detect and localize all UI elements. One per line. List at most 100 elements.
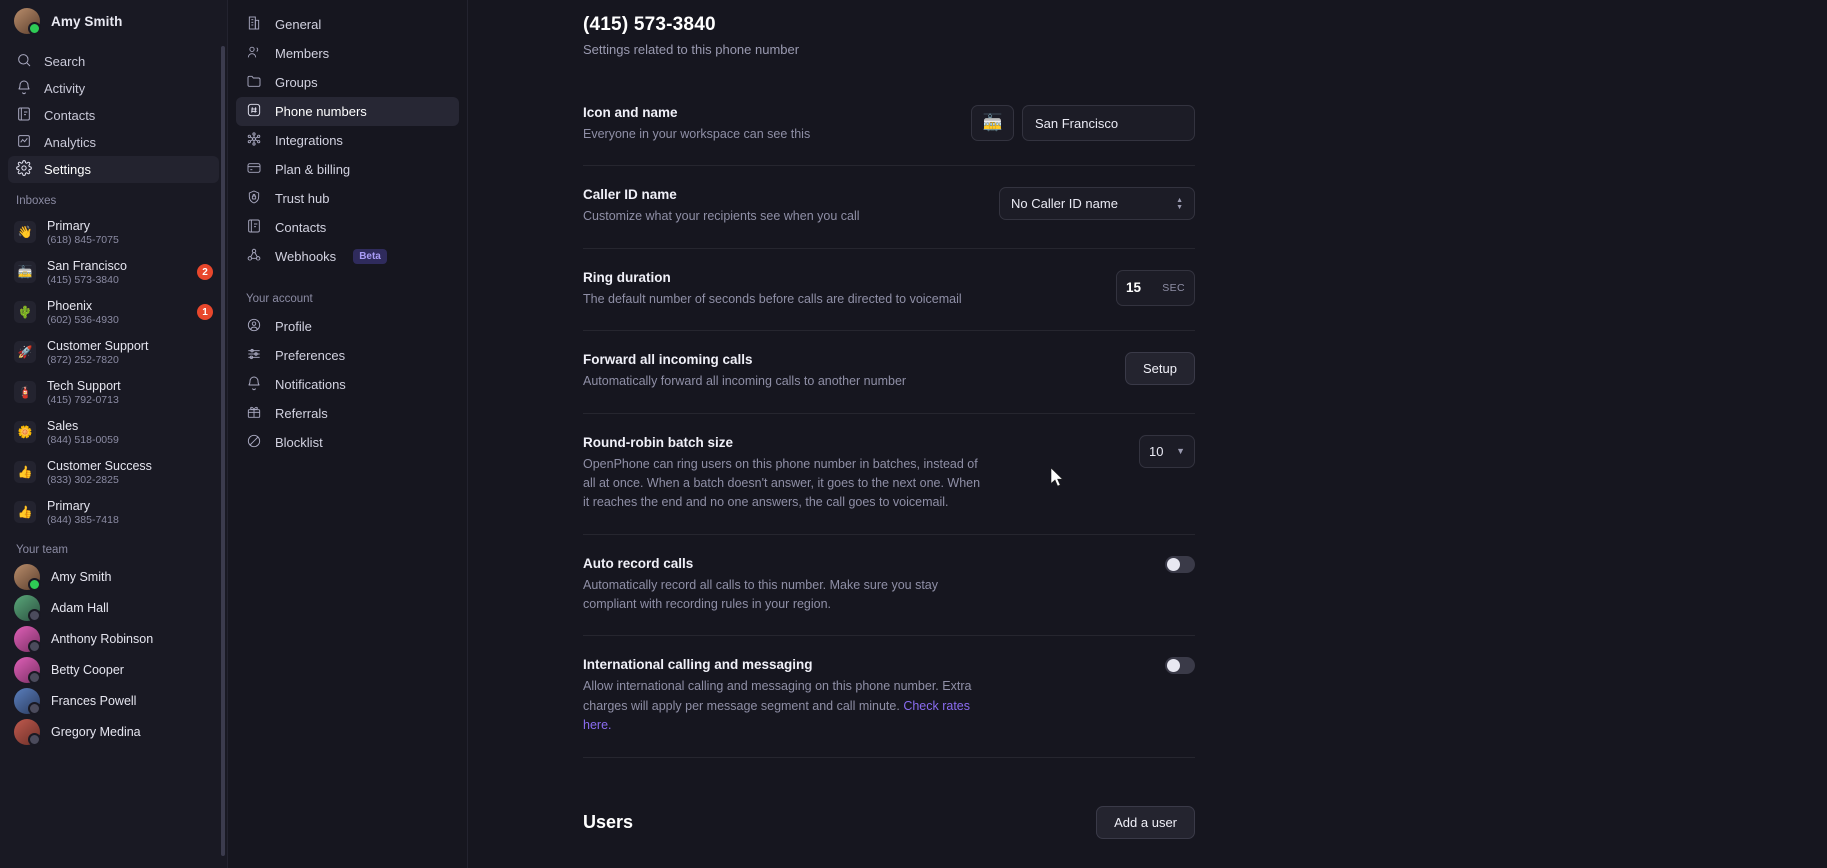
row-caller-id-name: Caller ID name Customize what your recip… (583, 166, 1195, 249)
ring-duration-unit: SEC (1162, 281, 1185, 294)
subnav-item-contacts[interactable]: Contacts (236, 213, 459, 242)
inbox-item[interactable]: 🧯 Tech Support (415) 792-0713 (0, 372, 227, 412)
main-content: (415) 573-3840 Settings related to this … (468, 0, 1827, 868)
inbox-item[interactable]: 👍 Primary (844) 385-7418 (0, 492, 227, 532)
team-member-name: Betty Cooper (51, 662, 124, 677)
subnav-label: Webhooks (275, 249, 337, 264)
webhook-icon (246, 247, 262, 266)
subnav-label: Integrations (275, 133, 343, 148)
toggle-knob (1167, 557, 1180, 571)
inbox-name: Phoenix (47, 298, 93, 313)
subnav-label: Trust hub (275, 191, 330, 206)
subnav-item-notifications[interactable]: Notifications (236, 370, 459, 399)
subnav-label: Contacts (275, 220, 327, 235)
subnav-item-preferences[interactable]: Preferences (236, 341, 459, 370)
round-robin-batch-select[interactable]: 10 ▼ (1139, 434, 1195, 468)
team-list: Amy Smith Adam Hall Anthony Robinson Bet… (0, 561, 227, 747)
team-member-name: Gregory Medina (51, 724, 141, 739)
ring-duration-input[interactable]: 15 SEC (1116, 269, 1195, 306)
inbox-number: (844) 385-7418 (47, 513, 119, 526)
current-user-name: Amy Smith (51, 13, 123, 29)
inbox-item[interactable]: 👍 Customer Success (833) 302-2825 (0, 452, 227, 492)
subnav-item-groups[interactable]: Groups (236, 68, 459, 97)
inbox-item[interactable]: 👋 Primary (618) 845-7075 (0, 212, 227, 252)
team-member[interactable]: Gregory Medina (0, 716, 227, 747)
team-member[interactable]: Adam Hall (0, 592, 227, 623)
inbox-number: (872) 252-7820 (47, 353, 119, 366)
subnav-item-plan-billing[interactable]: Plan & billing (236, 155, 459, 184)
avatar (14, 594, 41, 622)
inbox-emoji-icon: 🚋 (14, 261, 36, 283)
subnav-item-webhooks[interactable]: Webhooks Beta (236, 242, 459, 271)
primary-nav: Search Activity Contacts Analytics Setti… (0, 44, 227, 183)
subnav-item-trust-hub[interactable]: Trust hub (236, 184, 459, 213)
subnav-label: Preferences (275, 348, 346, 363)
chevron-updown-icon: ▲ ▼ (1176, 196, 1183, 211)
inbox-number: (415) 573-3840 (47, 273, 119, 286)
inbox-number: (415) 792-0713 (47, 393, 119, 406)
sliders-icon (246, 346, 262, 365)
team-member-name: Amy Smith (51, 569, 112, 584)
subnav-item-phone-numbers[interactable]: Phone numbers (236, 97, 459, 126)
nav-item-settings[interactable]: Settings (8, 156, 219, 183)
settings-subnav: General Members Groups Phone numbers Int… (228, 0, 468, 868)
row-international-calling: International calling and messaging Allo… (583, 636, 1195, 758)
nav-label: Analytics (44, 135, 97, 150)
subnav-item-members[interactable]: Members (236, 39, 459, 68)
nav-item-search[interactable]: Search (8, 48, 219, 75)
team-member-name: Adam Hall (51, 600, 109, 615)
forward-setup-button[interactable]: Setup (1125, 352, 1195, 386)
inbox-item[interactable]: 🚋 San Francisco (415) 573-3840 2 (0, 252, 227, 292)
inbox-emoji-icon: 🌼 (14, 421, 36, 443)
round-robin-value: 10 (1149, 443, 1164, 459)
subnav-item-profile[interactable]: Profile (236, 312, 459, 341)
inbox-name: Customer Success (47, 458, 152, 473)
caller-id-value: No Caller ID name (1011, 196, 1118, 212)
avatar (14, 718, 41, 746)
team-member[interactable]: Frances Powell (0, 685, 227, 716)
inbox-item[interactable]: 🚀 Customer Support (872) 252-7820 (0, 332, 227, 372)
nav-item-activity[interactable]: Activity (8, 75, 219, 102)
users-section-header: Users Add a user (583, 758, 1195, 839)
caller-id-select[interactable]: No Caller ID name ▲ ▼ (999, 187, 1195, 221)
users-title: Users (583, 811, 634, 832)
subnav-item-general[interactable]: General (236, 10, 459, 39)
nav-item-analytics[interactable]: Analytics (8, 129, 219, 156)
subnav-item-integrations[interactable]: Integrations (236, 126, 459, 155)
add-user-button[interactable]: Add a user (1096, 805, 1195, 839)
nav-item-contacts[interactable]: Contacts (8, 102, 219, 129)
team-member[interactable]: Betty Cooper (0, 654, 227, 685)
nav-label: Search (44, 54, 86, 69)
contacts-icon (246, 218, 262, 237)
auto-record-toggle[interactable] (1165, 555, 1195, 573)
current-user[interactable]: Amy Smith (0, 0, 227, 44)
team-member[interactable]: Amy Smith (0, 561, 227, 592)
inbox-emoji-icon: 👍 (14, 461, 36, 483)
row-icon-and-name: Icon and name Everyone in your workspace… (583, 84, 1195, 167)
team-heading: Your team (16, 544, 68, 556)
row-description: OpenPhone can ring users on this phone n… (583, 456, 981, 510)
left-rail: Amy Smith Search Activity Contacts Analy… (0, 0, 228, 868)
inbox-emoji-icon: 🌵 (14, 301, 36, 323)
inbox-name: Sales (47, 418, 79, 433)
gift-icon (246, 404, 262, 423)
bell-icon (246, 375, 262, 394)
inbox-item[interactable]: 🌼 Sales (844) 518-0059 (0, 412, 227, 452)
inbox-number: (833) 302-2825 (47, 473, 119, 486)
inbox-emoji-icon: 👍 (14, 501, 36, 523)
emoji-picker-button[interactable]: 🚋 (971, 105, 1014, 141)
avatar (14, 687, 41, 715)
card-icon (246, 160, 262, 179)
toggle-knob (1167, 659, 1180, 673)
subnav-item-referrals[interactable]: Referrals (236, 399, 459, 428)
building-icon (246, 15, 262, 34)
team-member-name: Anthony Robinson (51, 631, 154, 646)
page-subtitle: Settings related to this phone number (583, 42, 800, 57)
international-calling-toggle[interactable] (1165, 657, 1195, 675)
team-member[interactable]: Anthony Robinson (0, 623, 227, 654)
inbox-item[interactable]: 🌵 Phoenix (602) 536-4930 1 (0, 292, 227, 332)
phone-number-name-input[interactable] (1022, 105, 1195, 141)
subnav-item-blocklist[interactable]: Blocklist (236, 428, 459, 457)
inbox-name: Tech Support (47, 378, 121, 393)
inbox-name: San Francisco (47, 258, 127, 273)
